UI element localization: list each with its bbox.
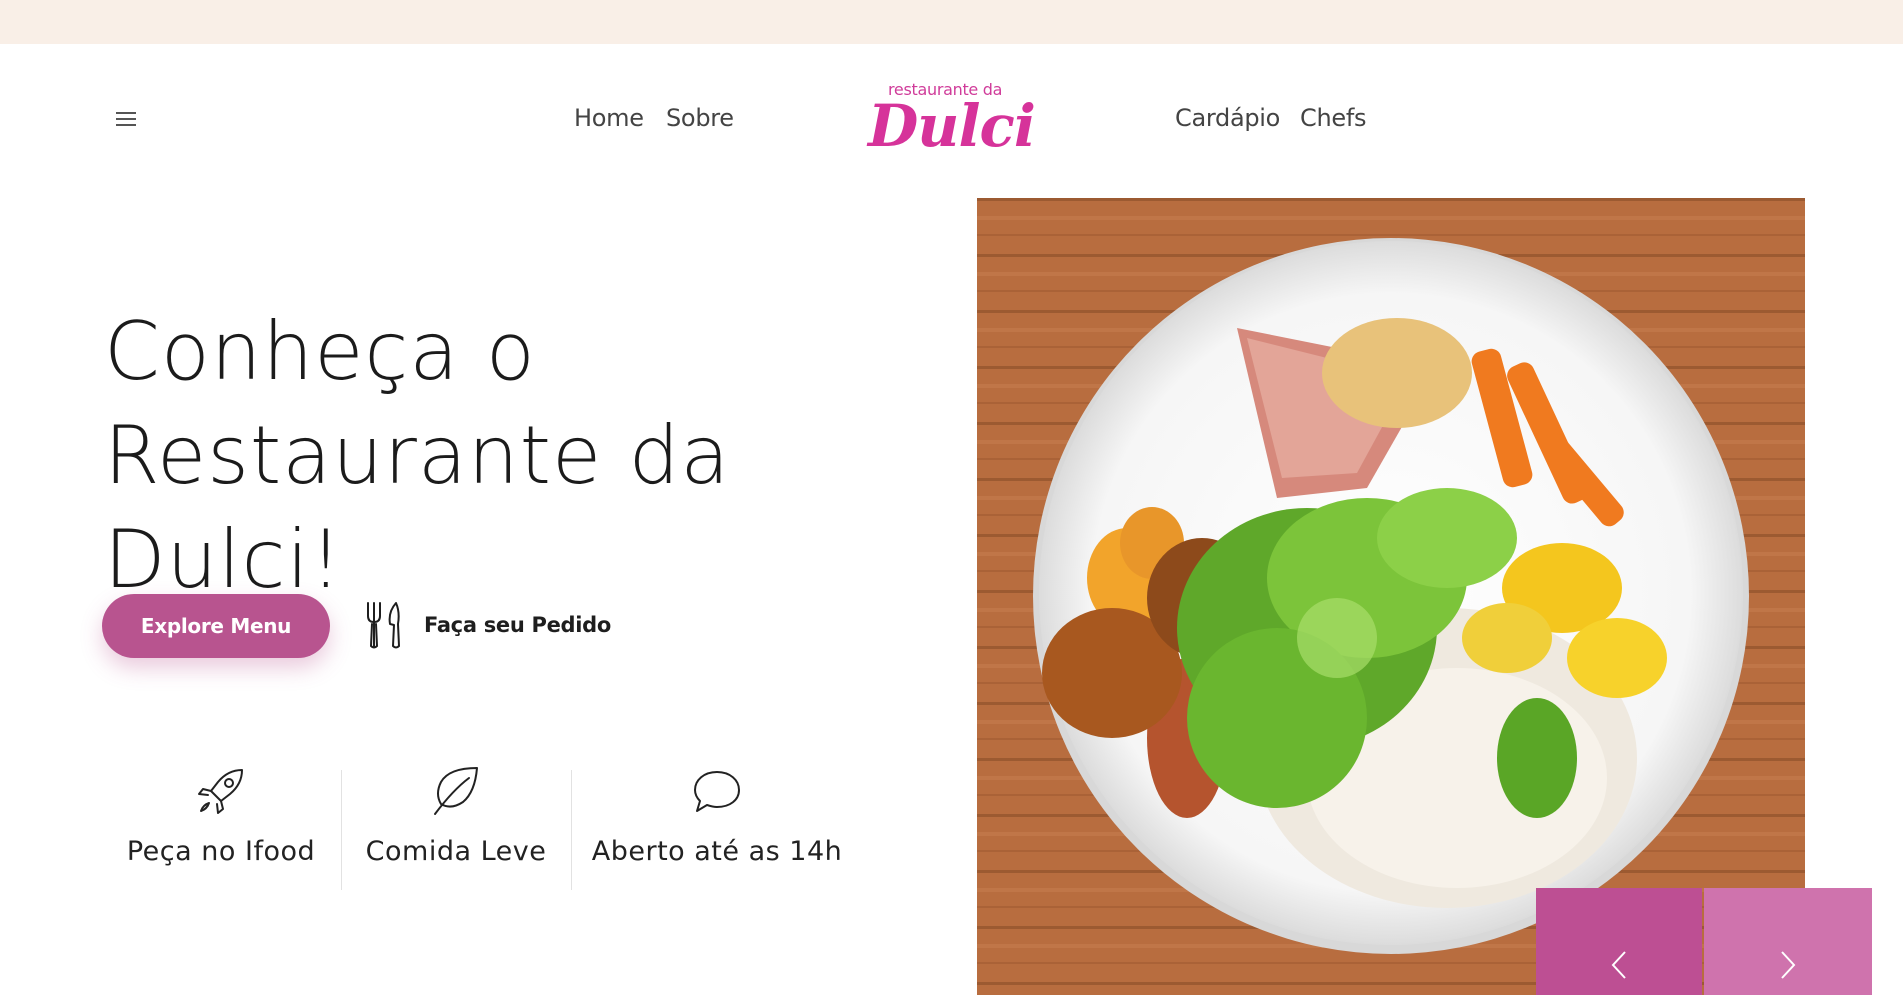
- feature-horario: Aberto até as 14h: [586, 764, 848, 894]
- order-link[interactable]: Faça seu Pedido: [364, 600, 611, 650]
- logo[interactable]: restaurante da Dulci: [868, 80, 1036, 162]
- chevron-left-icon: [1611, 951, 1626, 979]
- feature-comida-leve: Comida Leve: [356, 764, 556, 894]
- leaf-icon: [434, 767, 478, 815]
- hero-title-line-1: Conheça o: [104, 305, 536, 398]
- cutlery-icon: [367, 602, 400, 649]
- nav-link-cardapio[interactable]: Cardápio: [1175, 104, 1280, 132]
- logo-wordmark: Dulci: [868, 92, 1036, 160]
- top-bar: [0, 0, 1903, 44]
- feature-label: Peça no Ifood: [126, 836, 316, 867]
- feature-ifood: Peça no Ifood: [120, 764, 322, 894]
- nav-link-home[interactable]: Home: [574, 104, 644, 132]
- hero-title: Conheça o Restaurante da Dulci!: [104, 300, 924, 612]
- divider: [571, 770, 572, 890]
- nav-link-sobre[interactable]: Sobre: [666, 104, 734, 132]
- hamburger-menu-icon[interactable]: [116, 112, 138, 126]
- food-plate-illustration: [977, 198, 1805, 995]
- hero-food-image: [977, 198, 1805, 995]
- explore-menu-button[interactable]: Explore Menu: [102, 594, 330, 658]
- chat-bubble-icon: [694, 771, 740, 812]
- slider-next-button[interactable]: [1704, 888, 1872, 995]
- divider: [341, 770, 342, 890]
- order-label: Faça seu Pedido: [424, 613, 612, 637]
- nav-link-chefs[interactable]: Chefs: [1300, 104, 1367, 132]
- chevron-right-icon: [1781, 951, 1796, 979]
- feature-label: Comida Leve: [365, 836, 547, 867]
- feature-label: Aberto até as 14h: [591, 836, 843, 867]
- slider-prev-button[interactable]: [1536, 888, 1702, 995]
- rocket-icon: [198, 769, 243, 814]
- hero-title-line-2: Restaurante da Dulci!: [104, 409, 731, 606]
